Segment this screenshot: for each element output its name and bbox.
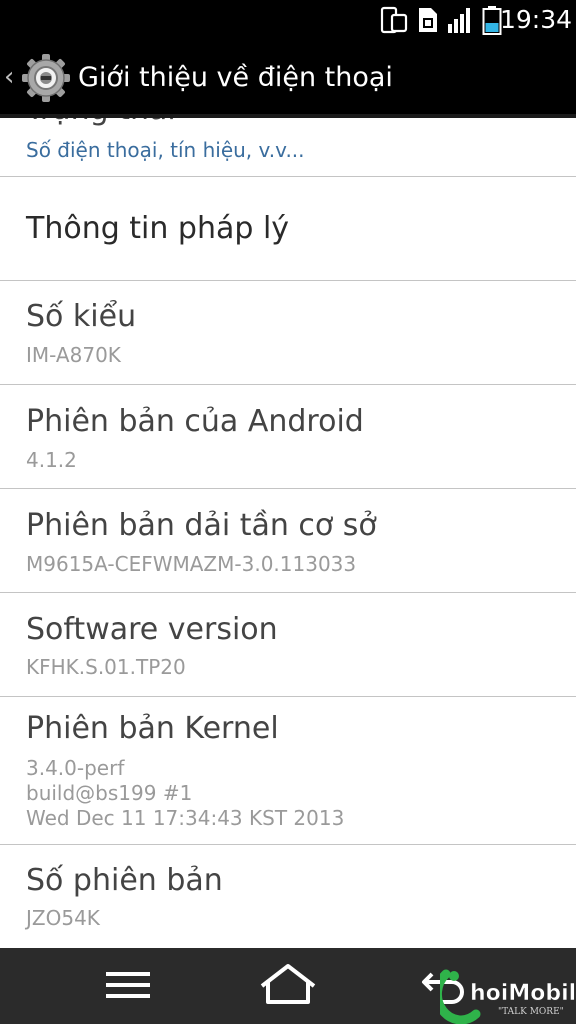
- list-item-title: Số phiên bản: [26, 863, 223, 898]
- status-bar: 19:34: [0, 0, 576, 40]
- list-item-software-version: Software version KFHK.S.01.TP20: [0, 593, 576, 697]
- list-item-build-number[interactable]: Số phiên bản JZO54K: [0, 845, 576, 948]
- settings-gear-icon[interactable]: [20, 52, 72, 108]
- action-bar: ‹ Giới thiệu về điện thoại: [0, 40, 576, 118]
- settings-list: Trạng thái Số điện thoại, tín hiệu, v.v.…: [0, 118, 576, 948]
- page-title: Giới thiệu về điện thoại: [78, 62, 393, 93]
- screen-mirror-icon: [380, 6, 408, 38]
- list-item-title: Trạng thái: [26, 118, 176, 128]
- list-item-title: Phiên bản của Android: [26, 404, 364, 439]
- list-item-summary: IM-A870K: [26, 343, 121, 367]
- list-item-model-number: Số kiểu IM-A870K: [0, 281, 576, 385]
- status-clock: 19:34: [499, 5, 572, 34]
- svg-text:"TALK MORE": "TALK MORE": [498, 1007, 564, 1017]
- list-item-summary: M9615A-CEFWMAZM-3.0.113033: [26, 552, 357, 576]
- list-item-title: Phiên bản dải tần cơ sở: [26, 508, 377, 543]
- list-item-summary: JZO54K: [26, 906, 100, 930]
- list-item-summary: KFHK.S.01.TP20: [26, 655, 186, 679]
- list-item-baseband-version: Phiên bản dải tần cơ sở M9615A-CEFWMAZM-…: [0, 489, 576, 593]
- signal-icon: [447, 6, 473, 38]
- sim-card-icon: [417, 6, 439, 38]
- list-item-title: Software version: [26, 612, 278, 647]
- list-item-title: Phiên bản Kernel: [26, 711, 279, 746]
- list-item-title: Số kiểu: [26, 299, 137, 334]
- list-item-kernel-version: Phiên bản Kernel 3.4.0-perf build@bs199 …: [0, 697, 576, 845]
- up-caret-icon[interactable]: ‹: [4, 62, 14, 92]
- list-item-status[interactable]: Trạng thái Số điện thoại, tín hiệu, v.v.…: [0, 118, 576, 177]
- menu-icon[interactable]: [100, 960, 156, 1014]
- home-icon[interactable]: [256, 960, 320, 1014]
- list-item-summary: 3.4.0-perf build@bs199 #1 Wed Dec 11 17:…: [26, 756, 345, 830]
- list-item-summary: 4.1.2: [26, 448, 77, 472]
- list-item-summary: Số điện thoại, tín hiệu, v.v...: [26, 138, 305, 162]
- watermark-logo: hoiMobile "TALK MORE": [432, 968, 576, 1024]
- list-item-android-version[interactable]: Phiên bản của Android 4.1.2: [0, 385, 576, 489]
- svg-text:hoiMobile: hoiMobile: [470, 981, 576, 1006]
- list-item-legal-info[interactable]: Thông tin pháp lý: [0, 177, 576, 281]
- list-item-title: Thông tin pháp lý: [26, 211, 290, 246]
